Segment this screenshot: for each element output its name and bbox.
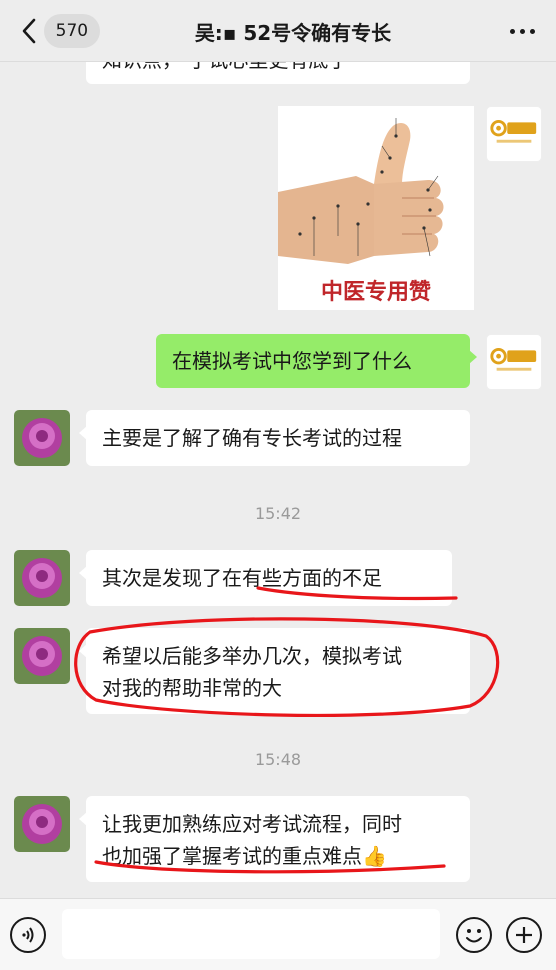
received-message-bubble[interactable]: 主要是了解了确有专长考试的过程 bbox=[79, 410, 470, 466]
chat-title: 吴:▪ 52号令确有专长 bbox=[194, 20, 392, 45]
emoji-icon[interactable] bbox=[456, 917, 492, 953]
plus-icon[interactable] bbox=[506, 917, 542, 953]
message-text: 主要是了解了确有专长考试的过程 bbox=[102, 426, 402, 450]
avatar-self[interactable] bbox=[486, 334, 542, 390]
chevron-left-icon[interactable] bbox=[14, 12, 44, 50]
back-button[interactable]: 570 bbox=[14, 12, 100, 50]
avatar-self[interactable] bbox=[486, 106, 542, 162]
message-text: 对我的帮助非常的大 bbox=[102, 676, 282, 700]
avatar-flower[interactable] bbox=[14, 628, 70, 684]
more-dots-icon[interactable] bbox=[506, 20, 538, 42]
message-text: 其次是发现了在有些方面的不足 bbox=[102, 566, 382, 590]
message-input[interactable] bbox=[62, 909, 440, 959]
brand-logo-icon bbox=[490, 120, 537, 143]
message-text: 让我更加熟练应对考试流程，同时 bbox=[102, 812, 402, 836]
received-message-bubble[interactable]: 让我更加熟练应对考试流程，同时 也加强了掌握考试的重点难点👍 bbox=[79, 796, 470, 882]
message-text: 希望以后能多举办几次，模拟考试 bbox=[102, 644, 402, 668]
image-message[interactable]: 中医专用赞 bbox=[278, 106, 474, 310]
unread-count-badge[interactable]: 570 bbox=[43, 14, 100, 48]
timestamp: 15:42 bbox=[254, 504, 302, 523]
brand-logo-icon bbox=[490, 348, 537, 371]
input-bar bbox=[0, 898, 556, 970]
avatar-flower[interactable] bbox=[14, 410, 70, 466]
chat-header: 570 吴:▪ 52号令确有专长 bbox=[0, 0, 556, 62]
voice-icon[interactable] bbox=[10, 917, 46, 953]
received-message-bubble[interactable]: 其次是发现了在有些方面的不足 bbox=[79, 550, 452, 606]
received-message-bubble[interactable]: 希望以后能多举办几次，模拟考试 对我的帮助非常的大 bbox=[79, 628, 470, 714]
message-text: 也加强了掌握考试的重点难点👍 bbox=[102, 844, 387, 868]
avatar-flower[interactable] bbox=[14, 796, 70, 852]
avatar-flower[interactable] bbox=[14, 550, 70, 606]
sent-message-bubble[interactable]: 在模拟考试中您学到了什么 bbox=[156, 334, 477, 388]
message-text: 在模拟考试中您学到了什么 bbox=[172, 349, 412, 373]
image-caption: 中医专用赞 bbox=[320, 279, 431, 305]
timestamp: 15:48 bbox=[254, 750, 302, 769]
